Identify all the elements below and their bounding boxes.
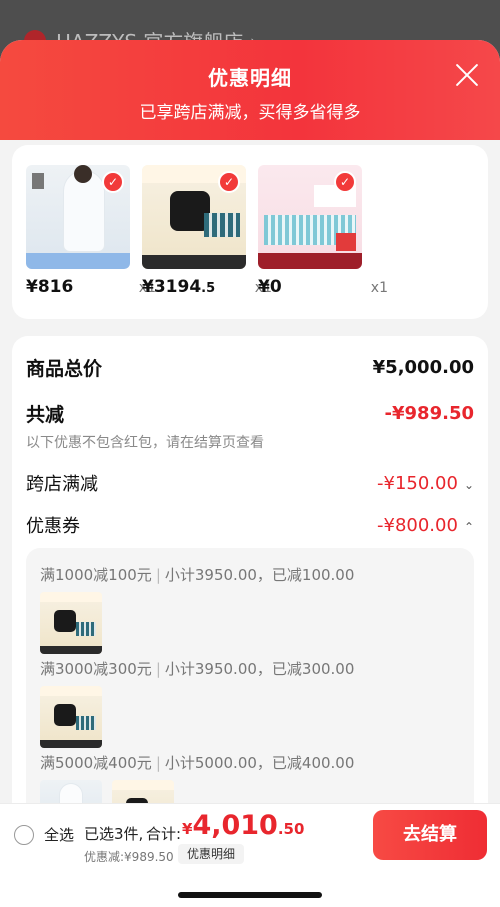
check-icon[interactable]: ✓ bbox=[102, 171, 124, 193]
coupon-tier: 满5000减400元 | 小计5000.00，已减400.00 bbox=[40, 754, 355, 772]
cross-store-value: -¥150.00 ⌄ bbox=[377, 472, 474, 494]
check-icon[interactable]: ✓ bbox=[334, 171, 356, 193]
sheet-title: 优惠明细 bbox=[208, 66, 292, 90]
discount-detail-button[interactable]: 优惠明细 bbox=[178, 844, 244, 864]
coupon-value: -¥800.00 ⌃ bbox=[377, 514, 474, 536]
total-amount: ¥4,010.50 bbox=[182, 810, 305, 841]
chevron-down-icon[interactable]: ⌄ bbox=[464, 478, 474, 492]
discount-value: -¥989.50 bbox=[384, 403, 474, 424]
product-item[interactable]: ✓ ¥0 x1 bbox=[258, 165, 388, 297]
chevron-up-icon[interactable]: ⌃ bbox=[464, 520, 474, 534]
product-item[interactable]: ✓ ¥816 x1 bbox=[26, 165, 156, 297]
total-price-row: 商品总价 ¥5,000.00 bbox=[26, 354, 474, 381]
coupon-row[interactable]: 优惠券 -¥800.00 ⌃ bbox=[26, 512, 474, 538]
product-image-fashion: ✓ bbox=[26, 165, 130, 269]
coupon-label: 优惠券 bbox=[26, 516, 80, 537]
product-item[interactable]: ✓ ¥3194.5 x1 bbox=[142, 165, 272, 297]
discount-detail-sheet: 优惠明细 已享跨店满减，买得多省得多 ✓ ¥816 x1 ✓ ¥3194.5 x… bbox=[0, 40, 500, 907]
coupon-tier: 满3000减300元 | 小计3950.00，已减300.00 bbox=[40, 660, 355, 678]
product-price: ¥3194.5 bbox=[142, 277, 216, 297]
total-label: 合计: bbox=[146, 825, 182, 843]
sheet-header: 优惠明细 已享跨店满减，买得多省得多 bbox=[0, 40, 500, 140]
coupon-tier: 满1000减100元 | 小计3950.00，已减100.00 bbox=[40, 566, 355, 584]
product-price: ¥0 bbox=[258, 277, 282, 297]
savings-text: 优惠减:¥989.50 bbox=[84, 850, 174, 864]
product-price: ¥816 bbox=[26, 277, 74, 297]
checkout-bar: 全选 已选3件, 合计: ¥4,010.50 优惠减:¥989.50 优惠明细 … bbox=[0, 803, 500, 907]
coupon-product-thumb bbox=[40, 592, 102, 654]
sheet-subtitle: 已享跨店满减，买得多省得多 bbox=[139, 103, 361, 123]
select-all[interactable]: 全选 bbox=[14, 824, 74, 845]
checkout-button[interactable]: 去结算 bbox=[373, 810, 487, 860]
coupon-detail-panel: 满1000减100元 | 小计3950.00，已减100.00 满3000减300元… bbox=[26, 548, 474, 842]
cross-store-row[interactable]: 跨店满减 -¥150.00 ⌄ bbox=[26, 470, 474, 496]
total-price-label: 商品总价 bbox=[26, 358, 103, 380]
home-indicator bbox=[178, 892, 322, 898]
coupon-product-thumb bbox=[40, 686, 102, 748]
check-icon[interactable]: ✓ bbox=[218, 171, 240, 193]
radio-icon[interactable] bbox=[14, 824, 34, 845]
product-qty: x1 bbox=[370, 280, 388, 296]
cross-store-label: 跨店满减 bbox=[26, 474, 98, 495]
close-icon[interactable] bbox=[454, 62, 480, 88]
select-all-label: 全选 bbox=[44, 826, 75, 844]
selected-count: 已选3件, bbox=[84, 825, 144, 843]
product-list-card: ✓ ¥816 x1 ✓ ¥3194.5 x1 ✓ ¥0 x1 bbox=[12, 145, 488, 319]
product-image-skincare: ✓ bbox=[142, 165, 246, 269]
discount-label: 共减 bbox=[26, 404, 65, 426]
discount-note: 以下优惠不包含红包，请在结算页查看 bbox=[26, 435, 264, 451]
total-price-value: ¥5,000.00 bbox=[372, 357, 474, 378]
discount-row: 共减 -¥989.50 bbox=[26, 400, 474, 427]
product-image-gift: ✓ bbox=[258, 165, 362, 269]
